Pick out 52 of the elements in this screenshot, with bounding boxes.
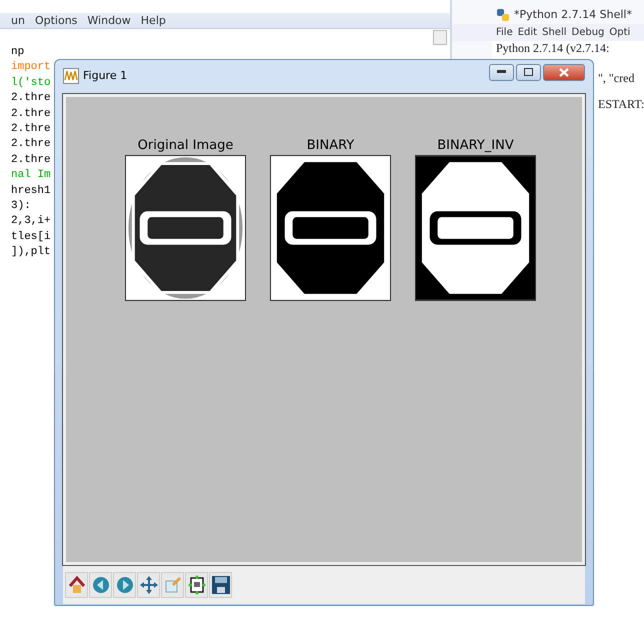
home-icon — [66, 575, 86, 595]
plot-title: BINARY_INV — [437, 137, 514, 155]
code-line: 2.thre — [11, 122, 51, 138]
plot-title: BINARY — [306, 137, 354, 155]
plot-icon — [63, 68, 79, 84]
menu-item[interactable]: Options — [34, 13, 78, 28]
window-title: Figure 1 — [83, 68, 128, 84]
code-line: ]),plt — [11, 245, 51, 260]
shell-line: ", "cred — [598, 71, 634, 85]
menu-item[interactable]: un — [11, 13, 25, 28]
code-line: 2,3,i+ — [11, 214, 51, 230]
minimize-icon — [497, 70, 506, 74]
code-line: 2.thre — [11, 91, 51, 106]
code-line: np — [11, 45, 24, 60]
subplots-button[interactable] — [185, 572, 208, 598]
code-line: 2.thre — [11, 137, 51, 152]
code-line: 3): — [11, 199, 31, 214]
menu-item[interactable]: Opti — [609, 25, 630, 40]
save-icon — [210, 575, 230, 595]
code-line: 2.thre — [11, 106, 51, 122]
menu-item[interactable]: File — [496, 25, 513, 40]
python-icon — [496, 8, 510, 22]
code-line: nal Im — [11, 168, 51, 184]
save-button[interactable] — [209, 572, 232, 598]
move-icon — [138, 575, 158, 595]
maximize-button[interactable] — [516, 64, 541, 80]
plot-title: Original Image — [138, 137, 234, 155]
pan-button[interactable] — [137, 572, 160, 598]
menu-item[interactable]: Window — [87, 13, 131, 28]
maximize-icon — [524, 68, 533, 76]
forward-button[interactable] — [113, 572, 136, 598]
menu-item[interactable]: Edit — [518, 25, 538, 40]
minimize-button[interactable] — [489, 64, 514, 80]
code-line: hresh1 — [11, 184, 51, 199]
close-icon — [559, 68, 569, 76]
code-line: tles[i — [11, 230, 51, 245]
menu-item[interactable]: Shell — [542, 25, 567, 40]
code-line: 2.thre — [11, 152, 51, 168]
close-button[interactable] — [543, 64, 585, 80]
window-title: *Python 2.7.14 Shell* — [514, 6, 632, 23]
back-button[interactable] — [89, 572, 112, 598]
code-line: import — [11, 60, 51, 76]
back-icon — [90, 575, 110, 595]
menu-item[interactable]: Help — [140, 13, 166, 28]
code-line: l('sto — [11, 76, 51, 91]
menu-item[interactable]: Debug — [572, 25, 604, 40]
shell-line: ESTART: — [598, 97, 644, 111]
home-button[interactable] — [65, 572, 88, 598]
shell-line: Python 2.7.14 (v2.7.14: — [496, 41, 610, 55]
forward-icon — [114, 575, 134, 595]
zoom-icon — [162, 575, 182, 595]
subplots-icon — [186, 575, 206, 595]
